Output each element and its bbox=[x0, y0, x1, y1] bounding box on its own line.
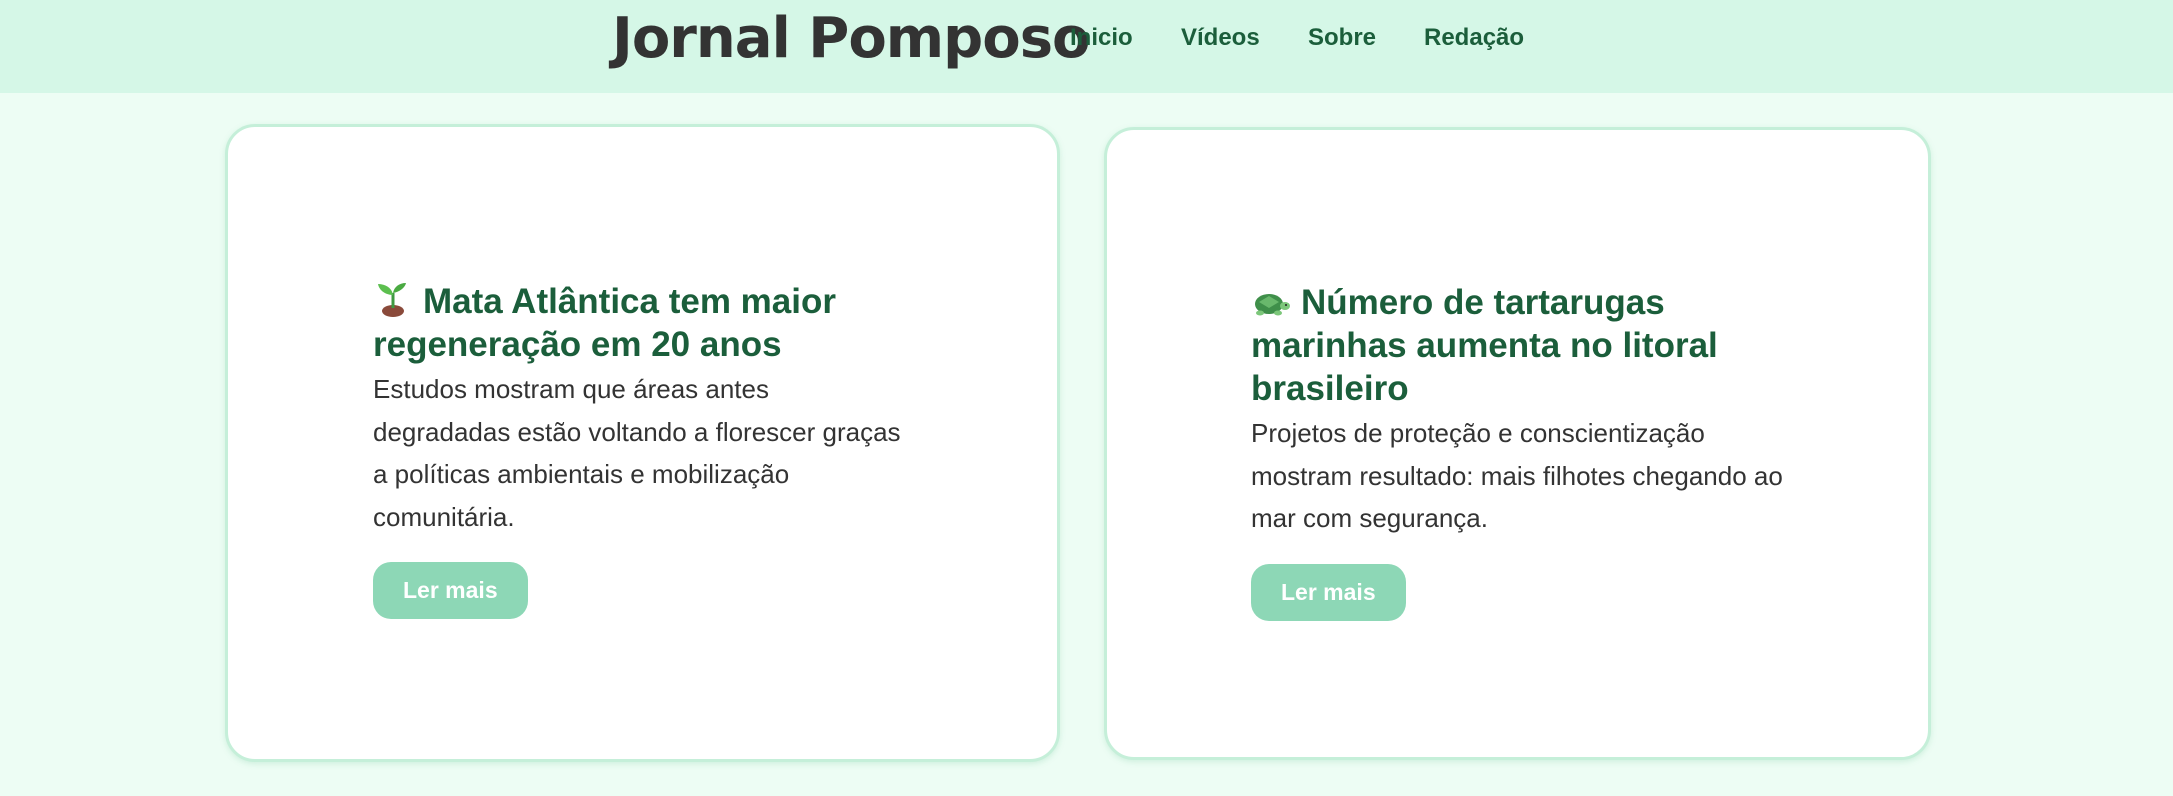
article-title[interactable]: Mata Atlântica tem maior regeneração em … bbox=[373, 280, 913, 366]
read-more-button[interactable]: Ler mais bbox=[1251, 563, 1406, 621]
article-title-text: Mata Atlântica tem maior regeneração em … bbox=[373, 282, 836, 364]
turtle-icon bbox=[1251, 282, 1291, 318]
article-body: Mata Atlântica tem maior regeneração em … bbox=[373, 280, 913, 619]
seedling-icon bbox=[373, 281, 413, 317]
nav-link-videos[interactable]: Vídeos bbox=[1181, 24, 1260, 54]
nav-link-sobre[interactable]: Sobre bbox=[1308, 24, 1376, 54]
top-header: Jornal Pomposo Inicio Vídeos Sobre Redaç… bbox=[0, 0, 2173, 93]
article-body: Número de tartarugas marinhas aumenta no… bbox=[1251, 281, 1791, 621]
article-summary: Projetos de proteção e conscientização m… bbox=[1251, 418, 1783, 533]
read-more-button[interactable]: Ler mais bbox=[373, 562, 528, 619]
nav-link-inicio[interactable]: Inicio bbox=[1070, 24, 1133, 54]
article-title[interactable]: Número de tartarugas marinhas aumenta no… bbox=[1251, 281, 1791, 410]
site-logo[interactable]: Jornal Pomposo bbox=[612, 6, 1091, 71]
article-summary: Estudos mostram que áreas antes degradad… bbox=[373, 374, 901, 532]
article-card: Mata Atlântica tem maior regeneração em … bbox=[225, 124, 1060, 762]
article-card: Número de tartarugas marinhas aumenta no… bbox=[1104, 127, 1931, 760]
article-title-text: Número de tartarugas marinhas aumenta no… bbox=[1251, 283, 1718, 408]
nav-link-redacao[interactable]: Redação bbox=[1424, 24, 1524, 54]
